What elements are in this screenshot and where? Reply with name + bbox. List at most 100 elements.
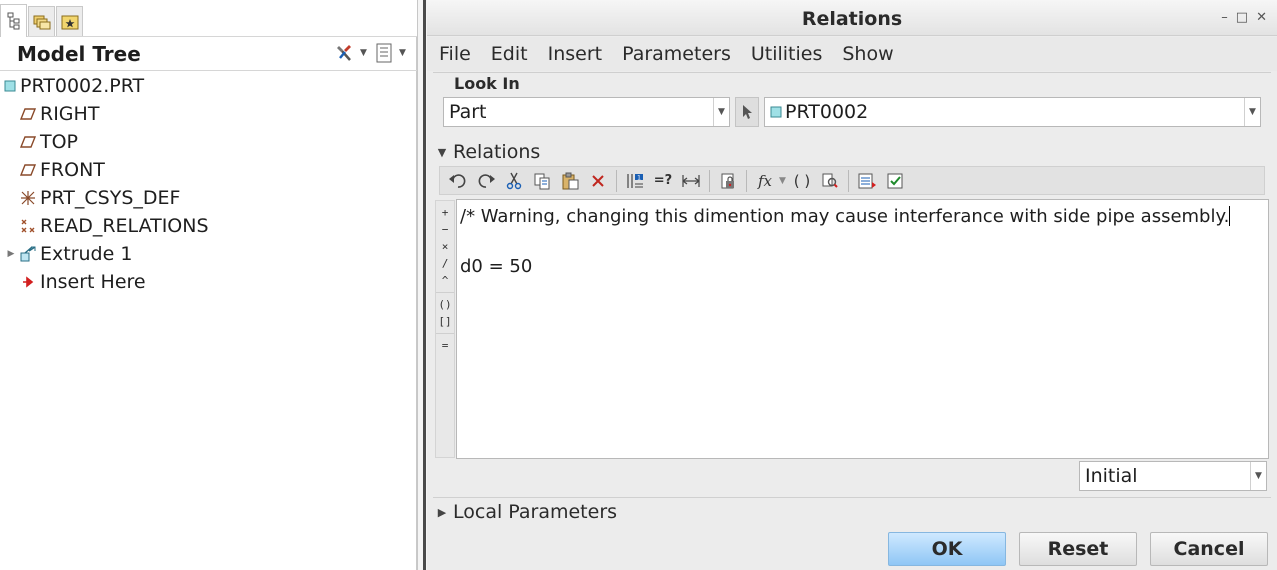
- menu-bar: File Edit Insert Parameters Utilities Sh…: [427, 37, 1277, 71]
- evaluate-button[interactable]: =?: [649, 168, 677, 193]
- menu-show[interactable]: Show: [842, 43, 893, 65]
- cursor-arrow-icon: [743, 105, 752, 119]
- svg-text:1: 1: [637, 174, 641, 181]
- divider: [436, 333, 454, 334]
- operator-brackets[interactable]: []: [436, 313, 454, 330]
- menu-utilities[interactable]: Utilities: [751, 43, 823, 65]
- chevron-down-icon[interactable]: ▼: [399, 48, 408, 58]
- search-icon: [822, 173, 838, 188]
- operator-divide[interactable]: /: [436, 255, 454, 272]
- chevron-down-icon: ▼: [1250, 462, 1266, 490]
- insert-parentheses-button[interactable]: ( ): [788, 168, 816, 193]
- tree-item-label: PRT_CSYS_DEF: [40, 187, 181, 209]
- reset-button[interactable]: Reset: [1019, 532, 1137, 566]
- menu-file[interactable]: File: [439, 43, 471, 65]
- expand-arrow-icon[interactable]: ▶: [4, 249, 18, 259]
- tree-item-insert-here[interactable]: Insert Here: [0, 268, 417, 296]
- paste-button[interactable]: [556, 168, 584, 193]
- redo-button[interactable]: [472, 168, 500, 193]
- cut-button[interactable]: [500, 168, 528, 193]
- part-icon: [770, 106, 782, 118]
- minimize-icon[interactable]: –: [1221, 10, 1228, 25]
- show-list-icon[interactable]: [373, 42, 395, 64]
- relations-editor[interactable]: /* Warning, changing this dimention may …: [456, 199, 1269, 459]
- app-window: Model Tree ▼ ▼ PRT0002.PRT RIGHT TOP FRO…: [0, 0, 1277, 570]
- show-dimension-button[interactable]: [677, 168, 705, 193]
- function-fx-icon: fx: [757, 171, 772, 190]
- datum-plane-icon: [18, 160, 38, 180]
- operator-power[interactable]: ^: [436, 272, 454, 289]
- relation-line: [460, 229, 1265, 254]
- divider: [0, 70, 417, 71]
- close-icon[interactable]: ✕: [1256, 10, 1267, 25]
- lock-button[interactable]: [714, 168, 742, 193]
- insert-function-button[interactable]: fx: [751, 168, 779, 193]
- toolbar-divider: [616, 169, 617, 192]
- verify-relations-button[interactable]: [881, 168, 909, 193]
- settings-tools-icon[interactable]: [334, 42, 356, 64]
- paste-icon: [562, 172, 579, 189]
- operator-parentheses[interactable]: (): [436, 296, 454, 313]
- datum-plane-icon: [18, 104, 38, 124]
- folder-browser-icon: [33, 15, 50, 29]
- lock-icon: [721, 173, 734, 188]
- favorites-icon: [61, 15, 78, 29]
- tree-item-right[interactable]: RIGHT: [0, 100, 417, 128]
- dialog-titlebar[interactable]: Relations – □ ✕: [427, 0, 1277, 36]
- relations-section-header[interactable]: ▼ Relations: [433, 139, 1271, 165]
- copy-button[interactable]: [528, 168, 556, 193]
- datum-plane-icon: [18, 132, 38, 152]
- tab-folder-browser[interactable]: [28, 6, 55, 36]
- relations-section-label: Relations: [453, 141, 541, 163]
- operator-plus[interactable]: +: [436, 204, 454, 221]
- checkmark-icon: [887, 173, 903, 188]
- tree-item-top[interactable]: TOP: [0, 128, 417, 156]
- tree-item-csys[interactable]: PRT_CSYS_DEF: [0, 184, 417, 212]
- text-caret: [1229, 206, 1231, 226]
- relations-dialog: Relations – □ ✕ File Edit Insert Paramet…: [427, 0, 1277, 570]
- menu-parameters[interactable]: Parameters: [622, 43, 731, 65]
- look-in-object-select[interactable]: PRT0002 ▼: [764, 97, 1261, 127]
- tree-root[interactable]: PRT0002.PRT: [0, 72, 417, 100]
- copy-icon: [534, 173, 550, 189]
- tree-item-label: RIGHT: [40, 103, 100, 125]
- menu-insert[interactable]: Insert: [548, 43, 603, 65]
- model-tree: PRT0002.PRT RIGHT TOP FRONT PRT_CSYS_DEF: [0, 72, 417, 296]
- maximize-icon[interactable]: □: [1236, 10, 1248, 25]
- tree-item-extrude[interactable]: ▶ Extrude 1: [0, 240, 417, 268]
- tab-favorites[interactable]: [56, 6, 83, 36]
- tree-root-label: PRT0002.PRT: [20, 75, 145, 97]
- find-parameter-button[interactable]: [816, 168, 844, 193]
- mode-select[interactable]: Initial ▼: [1079, 461, 1267, 491]
- tree-item-label: FRONT: [40, 159, 105, 181]
- delete-button[interactable]: [584, 168, 612, 193]
- tree-item-label: READ_RELATIONS: [40, 215, 209, 237]
- look-in-type-select[interactable]: Part ▼: [443, 97, 730, 127]
- dialog-title: Relations: [801, 8, 903, 30]
- part-icon: [2, 76, 18, 96]
- tree-item-read-relations[interactable]: READ_RELATIONS: [0, 212, 417, 240]
- menu-edit[interactable]: Edit: [491, 43, 528, 65]
- chevron-down-icon[interactable]: ▼: [779, 176, 788, 186]
- undo-button[interactable]: [444, 168, 472, 193]
- local-parameters-header[interactable]: ▶ Local Parameters: [433, 499, 1271, 525]
- operator-equals[interactable]: =: [436, 337, 454, 354]
- collapse-arrow-icon: ▼: [437, 145, 447, 159]
- cancel-button[interactable]: Cancel: [1150, 532, 1268, 566]
- dimension-icon: [682, 174, 700, 187]
- select-object-button[interactable]: [735, 97, 759, 127]
- chevron-down-icon[interactable]: ▼: [360, 48, 369, 58]
- relations-toolbar: 1 =? fx ▼ ( ): [439, 166, 1265, 195]
- tree-item-label: Extrude 1: [40, 243, 133, 265]
- ok-button[interactable]: OK: [888, 532, 1006, 566]
- tree-item-front[interactable]: FRONT: [0, 156, 417, 184]
- sort-relations-button[interactable]: 1: [621, 168, 649, 193]
- operator-minus[interactable]: −: [436, 221, 454, 238]
- coordinate-system-icon: [18, 188, 38, 208]
- toolbar-divider: [709, 169, 710, 192]
- tab-model-tree[interactable]: [0, 4, 27, 37]
- panel-splitter[interactable]: [417, 0, 427, 570]
- panel-tabs: [0, 0, 417, 37]
- operator-multiply[interactable]: ×: [436, 238, 454, 255]
- show-list-button[interactable]: [853, 168, 881, 193]
